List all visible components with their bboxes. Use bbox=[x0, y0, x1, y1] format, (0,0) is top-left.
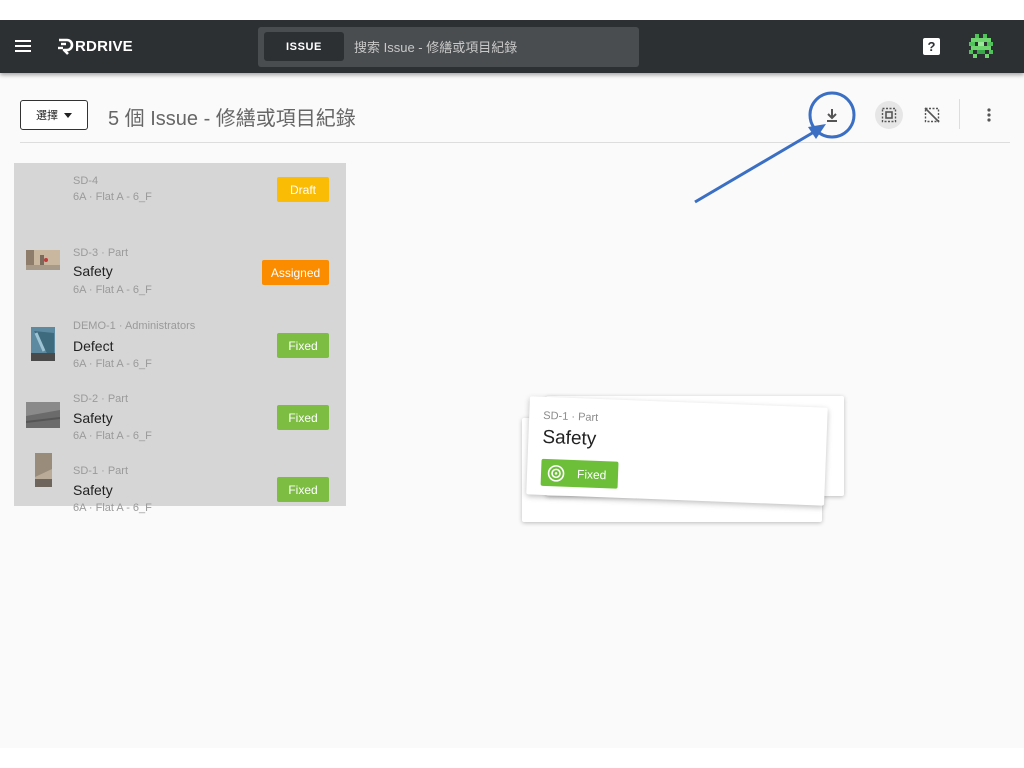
user-avatar-icon[interactable] bbox=[967, 32, 995, 60]
caret-down-icon bbox=[64, 112, 72, 118]
issue-meta: DEMO-1 · Administrators bbox=[73, 320, 196, 332]
issue-list-item[interactable]: SD-2 · Part Safety 6A · Flat A - 6_F Fix… bbox=[14, 378, 346, 450]
status-badge[interactable]: Fixed bbox=[277, 333, 329, 358]
issue-photo-thumbnail bbox=[31, 327, 55, 361]
fixed-status-icon bbox=[547, 464, 565, 482]
rdrive-logo[interactable]: RDRIVE bbox=[56, 36, 133, 56]
rdrive-logo-mark-icon bbox=[58, 38, 74, 55]
top-app-bar: RDRIVE ISSUE ? bbox=[0, 20, 1024, 73]
app-name: RDRIVE bbox=[75, 37, 133, 55]
issue-meta: SD-2 · Part bbox=[73, 393, 129, 405]
search-bar: ISSUE bbox=[258, 27, 639, 67]
select-all-icon bbox=[881, 107, 897, 123]
issue-location: 6A · Flat A - 6_F bbox=[73, 358, 152, 370]
issue-photo-thumbnail bbox=[26, 250, 60, 270]
page-title: 5 個 Issue - 修繕或項目紀錄 bbox=[108, 108, 356, 130]
hamburger-menu-icon[interactable] bbox=[12, 35, 34, 57]
preview-card: SD-1 · Part Safety Fixed bbox=[526, 396, 828, 506]
download-icon bbox=[827, 109, 837, 122]
issue-type: Safety bbox=[73, 263, 113, 279]
preview-card-meta: SD-1 · Part bbox=[543, 409, 599, 424]
issue-meta: SD-1 · Part bbox=[73, 465, 129, 477]
issue-meta: SD-3 · Part bbox=[73, 247, 129, 259]
deselect-all-button[interactable] bbox=[918, 101, 946, 129]
issue-type: Safety bbox=[73, 410, 113, 426]
list-toolbar: 選擇 5 個 Issue - 修繕或項目紀錄 bbox=[20, 93, 1010, 143]
issue-location: 6A · Flat A - 6_F bbox=[73, 284, 152, 296]
issue-list-item[interactable]: SD-4 6A · Flat A - 6_F Draft bbox=[14, 163, 346, 233]
issue-type: Safety bbox=[73, 482, 113, 498]
issue-list-item[interactable]: SD-3 · Part Safety 6A · Flat A - 6_F Ass… bbox=[14, 233, 346, 305]
issue-photo-thumbnail bbox=[35, 453, 52, 487]
preview-card-type: Safety bbox=[542, 426, 597, 450]
issue-list: SD-4 6A · Flat A - 6_F Draft SD-3 · Part… bbox=[14, 163, 346, 514]
preview-card-status-badge: Fixed bbox=[540, 458, 619, 489]
drag-preview-card-stack: SD-1 · Part Safety Fixed bbox=[522, 380, 852, 522]
status-badge[interactable]: Assigned bbox=[262, 260, 329, 285]
status-badge[interactable]: Fixed bbox=[277, 405, 329, 430]
issue-location: 6A · Flat A - 6_F bbox=[73, 430, 152, 442]
issue-location: 6A · Flat A - 6_F bbox=[73, 191, 152, 203]
more-vert-icon bbox=[987, 108, 991, 122]
help-icon[interactable]: ? bbox=[923, 38, 940, 55]
issue-meta: SD-4 bbox=[73, 175, 99, 187]
search-scope-chip[interactable]: ISSUE bbox=[264, 32, 344, 61]
more-options-button[interactable] bbox=[975, 101, 1003, 129]
issue-list-item[interactable]: SD-1 · Part Safety 6A · Flat A - 6_F Fix… bbox=[14, 450, 346, 514]
download-button[interactable] bbox=[818, 101, 846, 129]
select-all-button[interactable] bbox=[875, 101, 903, 129]
preview-card-status-label: Fixed bbox=[576, 466, 607, 482]
deselect-icon bbox=[924, 107, 940, 123]
search-input[interactable] bbox=[354, 35, 630, 59]
status-badge[interactable]: Draft bbox=[277, 177, 329, 202]
issue-photo-thumbnail bbox=[26, 402, 60, 428]
toolbar-divider bbox=[959, 99, 960, 129]
select-button-label: 選擇 bbox=[36, 110, 58, 122]
status-badge[interactable]: Fixed bbox=[277, 477, 329, 502]
app-screen: RDRIVE ISSUE ? 選擇 5 個 Issue - bbox=[0, 20, 1024, 748]
issue-type: Defect bbox=[73, 338, 114, 354]
issue-location: 6A · Flat A - 6_F bbox=[73, 502, 152, 514]
issue-list-item[interactable]: DEMO-1 · Administrators Defect 6A · Flat… bbox=[14, 305, 346, 378]
select-dropdown-button[interactable]: 選擇 bbox=[20, 100, 88, 130]
